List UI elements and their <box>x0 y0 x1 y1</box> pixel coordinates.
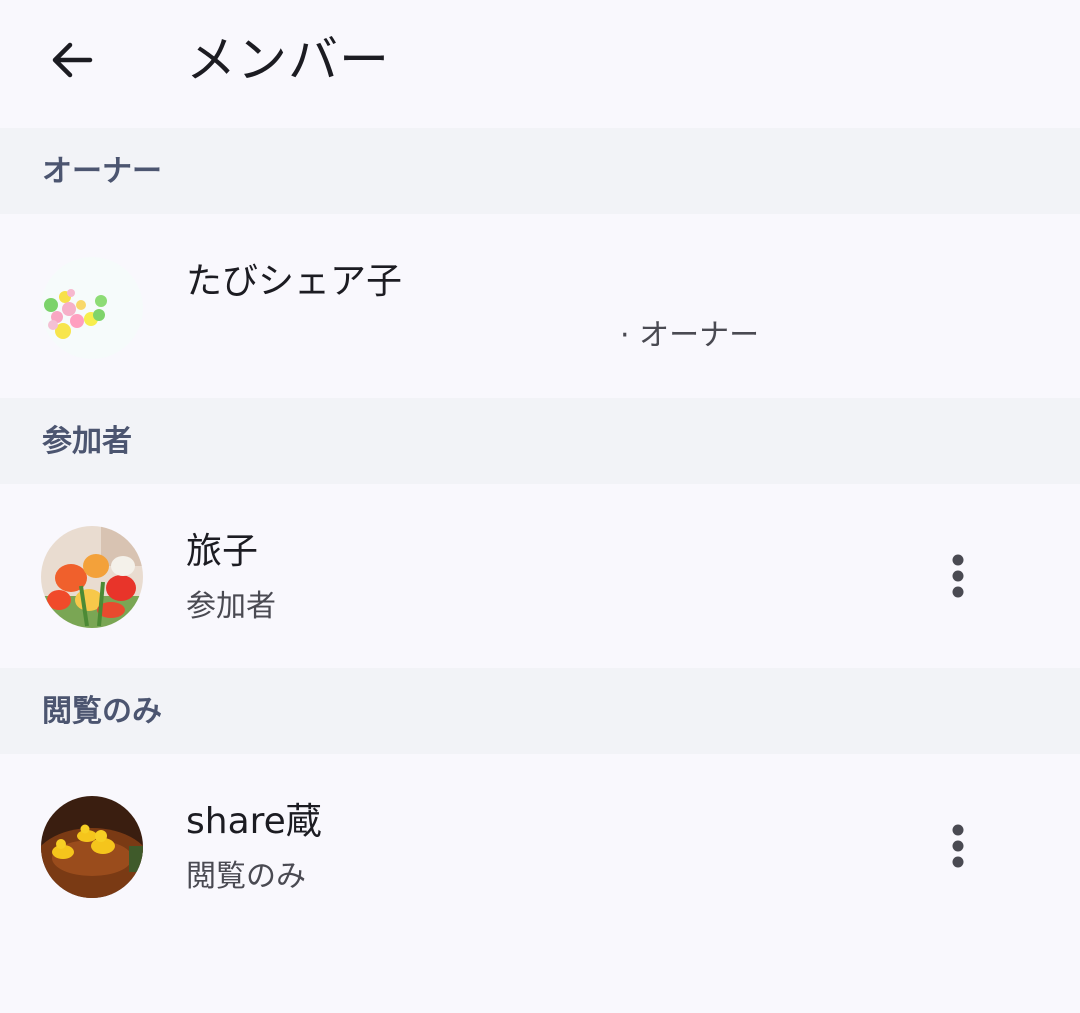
avatar-photo-colorful-balls <box>41 257 143 359</box>
section-header-view-only: 閲覧のみ <box>0 668 1080 754</box>
avatar <box>41 796 143 898</box>
section-header-owner: オーナー <box>0 128 1080 214</box>
section-label-view-only: 閲覧のみ <box>42 694 162 729</box>
members-screen: メンバー オーナー たびシェア子 · オーナー 参加者 旅子 参加者 閲覧のみ … <box>0 0 1080 1013</box>
arrow-left-icon <box>52 42 93 78</box>
member-name: 旅子 <box>186 531 259 572</box>
more-vert-icon <box>952 824 964 868</box>
section-label-owner: オーナー <box>42 154 162 189</box>
more-options-button[interactable] <box>922 810 994 882</box>
member-row-participant: 旅子 参加者 <box>0 484 1080 668</box>
section-header-participants: 参加者 <box>0 398 1080 484</box>
avatar <box>41 257 143 359</box>
avatar-photo-tulips <box>41 526 143 628</box>
more-vert-icon <box>952 554 964 598</box>
avatar-photo-rubber-ducks <box>41 796 143 898</box>
back-button[interactable] <box>36 24 108 96</box>
member-name: たびシェア子 <box>186 261 403 302</box>
section-label-participants: 参加者 <box>42 424 132 459</box>
top-app-bar: メンバー <box>0 0 1080 128</box>
member-role: 閲覧のみ <box>186 859 306 894</box>
more-options-button[interactable] <box>922 540 994 612</box>
member-row-owner: たびシェア子 · オーナー <box>0 214 1080 398</box>
member-role: · オーナー <box>620 318 760 353</box>
page-title: メンバー <box>186 31 390 89</box>
member-name: share蔵 <box>186 801 322 842</box>
member-role: 参加者 <box>186 589 276 624</box>
avatar <box>41 526 143 628</box>
member-row-viewer: share蔵 閲覧のみ <box>0 754 1080 938</box>
